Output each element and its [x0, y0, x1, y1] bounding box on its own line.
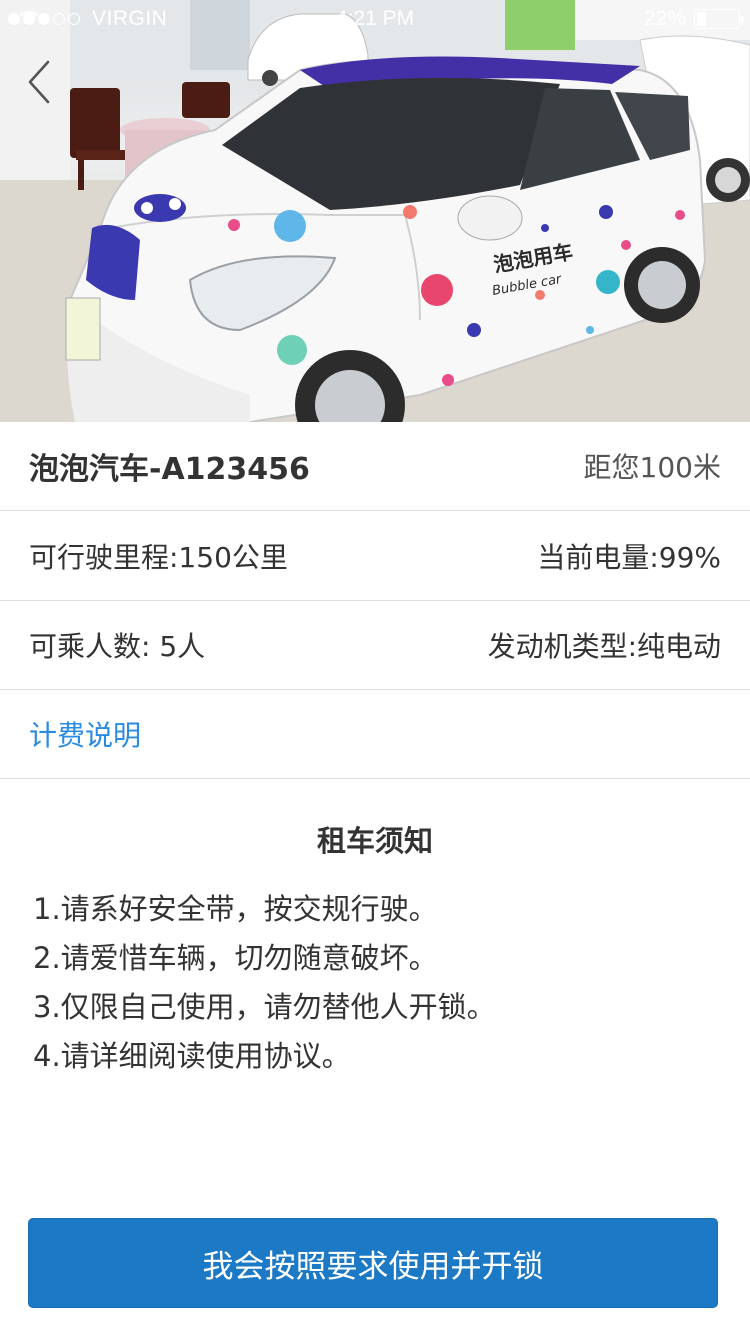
- car-distance: 距您100米: [583, 451, 721, 484]
- battery-icon: [694, 9, 744, 29]
- engine-type: 发动机类型:纯电动: [487, 630, 721, 663]
- car-photo: 泡泡用车 Bubble car VIRGIN 4:21 PM 22%: [0, 0, 750, 422]
- agree-and-unlock-button[interactable]: 我会按照要求使用并开锁: [28, 1218, 718, 1308]
- fee-row: 计费说明: [0, 690, 750, 779]
- status-time: 4:21 PM: [335, 7, 415, 30]
- rule-item: 4.请详细阅读使用协议。: [33, 1039, 351, 1073]
- fee-explanation-link[interactable]: 计费说明: [29, 714, 141, 754]
- battery-level: [697, 12, 706, 26]
- back-button[interactable]: [18, 56, 62, 108]
- seat-capacity: 可乘人数: 5人: [29, 630, 206, 663]
- chevron-left-icon: [28, 60, 50, 104]
- car-seats-row: 可乘人数: 5人 发动机类型:纯电动: [0, 601, 750, 690]
- rule-item: 1.请系好安全带，按交规行驶。: [33, 892, 438, 926]
- car-title-row: 泡泡汽车-A123456 距您100米: [0, 422, 750, 511]
- rental-rules-list: 1.请系好安全带，按交规行驶。 2.请爱惜车辆，切勿随意破坏。 3.仅限自己使用…: [33, 885, 496, 1081]
- status-bar: VIRGIN 4:21 PM 22%: [0, 0, 750, 40]
- rental-rules-title: 租车须知: [316, 824, 433, 858]
- driving-range: 可行驶里程:150公里: [29, 541, 288, 574]
- battery-level-text: 当前电量:99%: [537, 541, 721, 574]
- status-right: 22%: [643, 7, 744, 31]
- battery-percent: 22%: [643, 7, 686, 30]
- car-range-row: 可行驶里程:150公里 当前电量:99%: [0, 512, 750, 601]
- car-illustration: 泡泡用车 Bubble car: [0, 0, 750, 422]
- car-name: 泡泡汽车-A123456: [29, 452, 310, 487]
- rule-item: 3.仅限自己使用，请勿替他人开锁。: [33, 990, 496, 1024]
- rule-item: 2.请爱惜车辆，切勿随意破坏。: [33, 941, 438, 975]
